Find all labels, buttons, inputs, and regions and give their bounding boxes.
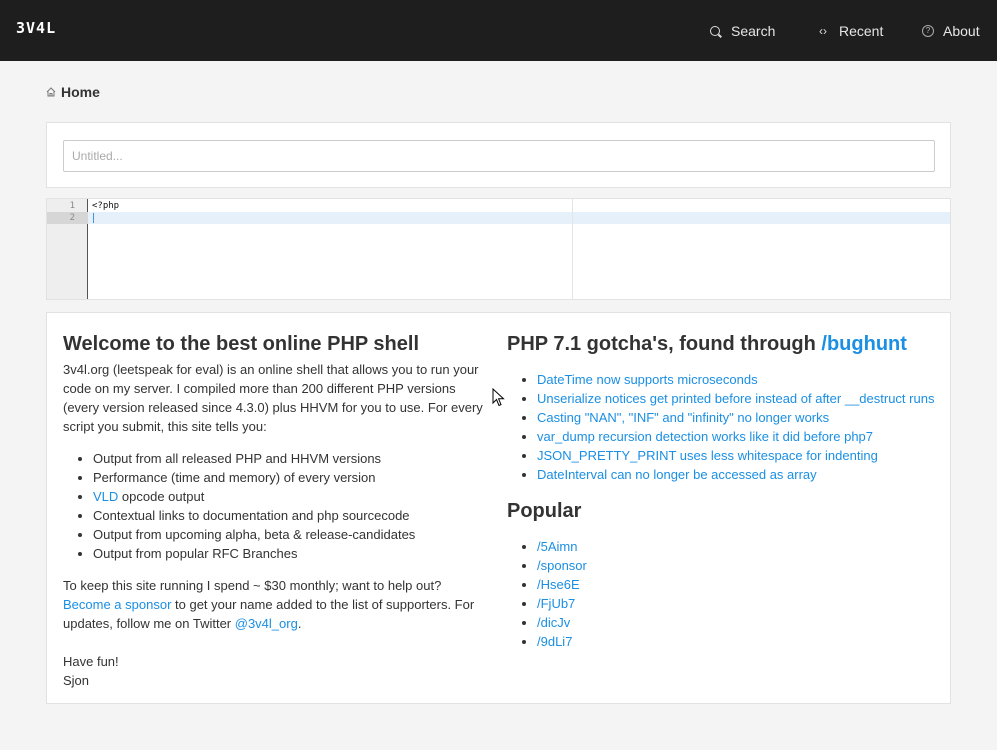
gotcha-link[interactable]: DateInterval can no longer be accessed a…: [537, 467, 817, 482]
list-item: Output from upcoming alpha, beta & relea…: [93, 525, 488, 544]
logo-text: 3V4L: [16, 19, 57, 37]
welcome-heading: Welcome to the best online PHP shell: [63, 333, 420, 355]
nav-recent-link[interactable]: ‹› Recent: [816, 0, 883, 61]
popular-link[interactable]: /sponsor: [537, 558, 587, 573]
popular-list: /5Aimn /sponsor /Hse6E /FjUb7 /dicJv /9d…: [537, 537, 947, 651]
list-item: DateTime now supports microseconds: [537, 370, 947, 389]
list-item: /9dLi7: [537, 632, 947, 651]
search-icon: [710, 25, 720, 36]
sponsor-link[interactable]: Become a sponsor: [63, 597, 171, 612]
gotchas-heading: PHP 7.1 gotcha's, found through /bughunt: [507, 333, 947, 355]
popular-link[interactable]: /5Aimn: [537, 539, 577, 554]
signoff-line: Have fun!: [63, 654, 119, 669]
support-text: To keep this site running I spend ~ $30 …: [63, 578, 442, 593]
support-paragraph: To keep this site running I spend ~ $30 …: [63, 576, 488, 633]
nav-about-link[interactable]: ? About: [922, 0, 980, 61]
nav-about-label: About: [943, 22, 980, 39]
breadcrumb[interactable]: Home: [46, 84, 100, 100]
signoff-name: Sjon: [63, 673, 90, 688]
question-icon: ?: [922, 24, 934, 37]
top-navbar: 3V4L Search ‹› Recent ? About: [0, 0, 997, 61]
popular-heading: Popular: [507, 500, 582, 522]
script-title-input[interactable]: [63, 140, 935, 172]
gotchas-list: DateTime now supports microseconds Unser…: [537, 370, 947, 484]
nav-recent-label: Recent: [839, 22, 884, 39]
list-item: /FjUb7: [537, 594, 947, 613]
info-card: Welcome to the best online PHP shell 3v4…: [46, 312, 951, 704]
nav-search-label: Search: [731, 22, 776, 39]
line-number: 1: [69, 201, 75, 211]
mouse-pointer-icon: [492, 387, 506, 411]
list-item: VLD opcode output: [93, 487, 488, 506]
list-item: Output from all released PHP and HHVM ve…: [93, 449, 488, 468]
text-cursor: [93, 213, 94, 223]
bughunt-link[interactable]: /bughunt: [821, 333, 907, 355]
list-item-text: opcode output: [121, 489, 205, 504]
support-text: .: [297, 616, 302, 631]
code-editor[interactable]: 1 2 <?php: [46, 198, 951, 300]
list-item: DateInterval can no longer be accessed a…: [537, 465, 947, 484]
gotchas-heading-text: PHP 7.1 gotcha's, found through: [507, 333, 822, 355]
list-item: Output from popular RFC Branches: [93, 544, 488, 563]
print-margin: [572, 199, 573, 299]
signoff: Have fun! Sjon: [63, 652, 488, 690]
gotcha-link[interactable]: Casting "NAN", "INF" and "infinity" no l…: [537, 410, 829, 425]
popular-link[interactable]: /dicJv: [537, 615, 570, 630]
list-item: var_dump recursion detection works like …: [537, 427, 947, 446]
code-line[interactable]: <?php: [92, 200, 119, 212]
list-item: /5Aimn: [537, 537, 947, 556]
vld-link[interactable]: VLD: [93, 489, 118, 504]
gotcha-link[interactable]: JSON_PRETTY_PRINT uses less whitespace f…: [537, 448, 878, 463]
list-item: Contextual links to documentation and ph…: [93, 506, 488, 525]
list-item: Performance (time and memory) of every v…: [93, 468, 488, 487]
gotchas-section: PHP 7.1 gotcha's, found through /bughunt…: [507, 333, 947, 664]
gotcha-link[interactable]: Unserialize notices get printed before i…: [537, 391, 934, 406]
popular-link[interactable]: /9dLi7: [537, 634, 572, 649]
home-icon: [46, 87, 56, 97]
list-item: Unserialize notices get printed before i…: [537, 389, 947, 408]
list-item: Casting "NAN", "INF" and "infinity" no l…: [537, 408, 947, 427]
list-item: /sponsor: [537, 556, 947, 575]
list-item: /Hse6E: [537, 575, 947, 594]
line-number: 2: [47, 212, 88, 224]
twitter-link[interactable]: @3v4l_org: [235, 616, 298, 631]
popular-link[interactable]: /FjUb7: [537, 596, 575, 611]
popular-link[interactable]: /Hse6E: [537, 577, 580, 592]
gotcha-link[interactable]: var_dump recursion detection works like …: [537, 429, 873, 444]
gotcha-link[interactable]: DateTime now supports microseconds: [537, 372, 758, 387]
welcome-section: Welcome to the best online PHP shell 3v4…: [63, 333, 488, 690]
nav-search-link[interactable]: Search: [710, 0, 775, 61]
editor-gutter: 1 2: [47, 199, 88, 299]
feature-list: Output from all released PHP and HHVM ve…: [93, 449, 488, 563]
title-card: [46, 122, 951, 188]
site-logo[interactable]: 3V4L: [16, 20, 56, 36]
list-item: /dicJv: [537, 613, 947, 632]
list-item: JSON_PRETTY_PRINT uses less whitespace f…: [537, 446, 947, 465]
breadcrumb-home-label: Home: [61, 84, 100, 100]
active-line-highlight: [88, 212, 950, 224]
welcome-intro: 3v4l.org (leetspeak for eval) is an onli…: [63, 362, 483, 434]
code-icon: ‹›: [819, 23, 827, 38]
